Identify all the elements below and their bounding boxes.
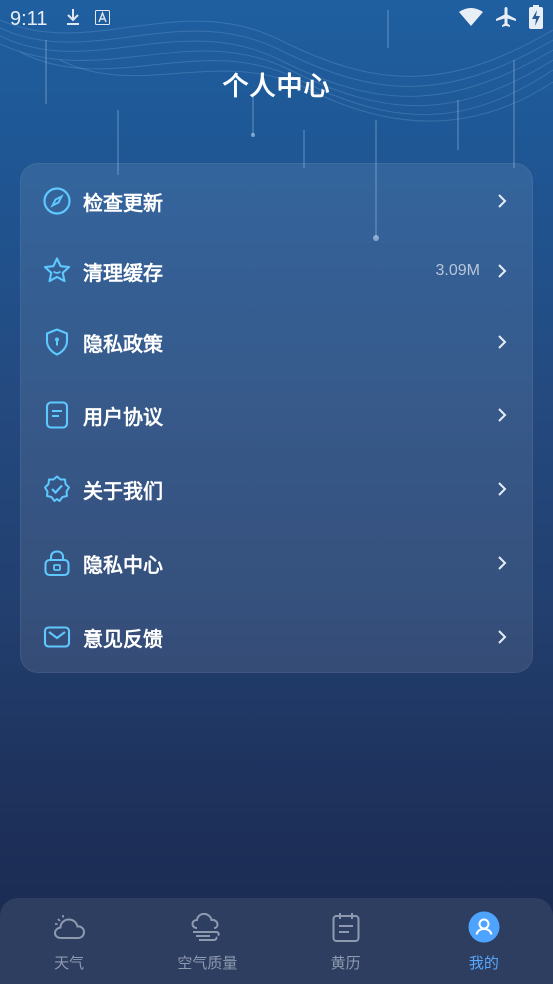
cloud-sun-icon	[52, 910, 86, 944]
menu-item-label: 清理缓存	[83, 260, 163, 285]
menu-item-clear-cache[interactable]: 清理缓存 3.09M	[21, 241, 534, 301]
tab-mine[interactable]: 我的	[415, 898, 553, 984]
tab-almanac[interactable]: 黄历	[277, 898, 415, 984]
bottom-tab-bar: 天气 空气质量 黄历 我的	[0, 898, 553, 984]
menu-item-label: 隐私政策	[83, 331, 163, 356]
document-icon	[42, 400, 72, 430]
lock-icon	[42, 548, 72, 578]
shield-icon	[42, 327, 72, 357]
menu-item-check-update[interactable]: 检查更新	[21, 171, 534, 231]
wifi-icon	[459, 8, 483, 30]
tab-label: 黄历	[330, 954, 361, 972]
tab-weather[interactable]: 天气	[0, 898, 138, 984]
menu-item-user-agreement[interactable]: 用户协议	[21, 385, 534, 445]
cache-size-value: 3.09M	[435, 262, 480, 279]
chevron-right-icon	[496, 334, 508, 350]
chevron-right-icon	[496, 481, 508, 497]
tab-air-quality[interactable]: 空气质量	[138, 898, 276, 984]
chevron-right-icon	[496, 555, 508, 571]
airplane-icon	[495, 6, 517, 32]
user-icon	[467, 910, 501, 944]
page-title: 个人中心	[222, 72, 331, 102]
a-icon	[95, 9, 111, 29]
chevron-right-icon	[496, 629, 508, 645]
menu-item-label: 用户协议	[83, 404, 163, 429]
menu-item-privacy-center[interactable]: 隐私中心	[21, 533, 534, 593]
chevron-right-icon	[496, 407, 508, 423]
download-icon	[65, 8, 81, 30]
battery-charging-icon	[529, 5, 543, 33]
menu-item-privacy-policy[interactable]: 隐私政策	[21, 312, 534, 372]
tab-label: 我的	[468, 954, 499, 972]
wind-cloud-icon	[190, 910, 224, 944]
compass-icon	[42, 186, 72, 216]
settings-menu-card: 检查更新 清理缓存 3.09M 隐私政策 用户协议 关于我们 隐私中心 意见反馈	[20, 163, 533, 673]
star-icon	[42, 256, 72, 286]
status-time: 9:11	[10, 7, 48, 30]
tab-label: 天气	[54, 954, 85, 972]
menu-item-label: 关于我们	[83, 478, 163, 503]
chevron-right-icon	[496, 263, 508, 279]
menu-item-about-us[interactable]: 关于我们	[21, 459, 534, 519]
menu-item-label: 隐私中心	[83, 552, 163, 577]
tab-label: 空气质量	[177, 954, 238, 972]
mail-icon	[42, 622, 72, 652]
status-bar: 9:11	[0, 0, 553, 38]
menu-item-label: 检查更新	[83, 190, 163, 215]
calendar-icon	[329, 910, 363, 944]
menu-item-feedback[interactable]: 意见反馈	[21, 607, 534, 667]
badge-check-icon	[42, 474, 72, 504]
chevron-right-icon	[496, 193, 508, 209]
menu-item-label: 意见反馈	[83, 626, 163, 651]
